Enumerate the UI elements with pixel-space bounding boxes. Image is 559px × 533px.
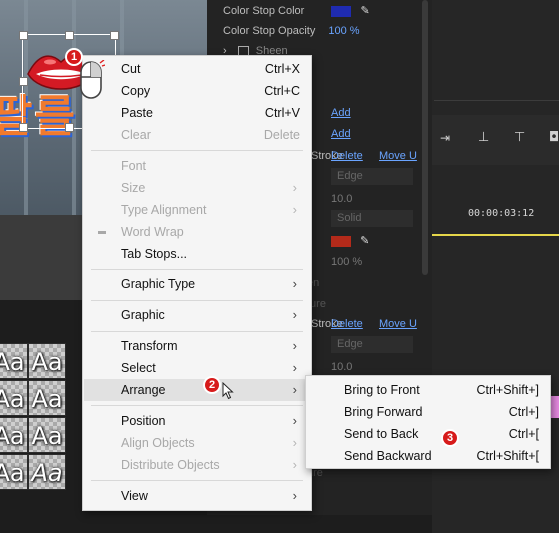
color-stop-color-row: Color Stop Color ✎ <box>223 4 370 17</box>
chevron-right-icon: › <box>292 413 297 428</box>
menu-item-arrange[interactable]: Arrange › <box>84 379 310 401</box>
menu-separator <box>91 480 303 481</box>
chevron-right-icon: › <box>292 202 297 217</box>
template-thumbnail[interactable]: Aa <box>0 343 28 379</box>
lift-icon[interactable]: ⊥ <box>478 130 489 145</box>
stroke-color-row: ✎ <box>331 234 369 247</box>
menu-item-view[interactable]: View › <box>84 485 310 507</box>
template-thumbnail[interactable]: Aa <box>0 417 28 453</box>
menu-separator <box>91 405 303 406</box>
stroke-width-value-1[interactable]: 10.0 <box>331 193 352 205</box>
stroke-color-swatch[interactable] <box>331 235 351 247</box>
stroke-opacity-value[interactable]: 100 % <box>331 256 362 268</box>
check-mark-icon <box>98 231 106 234</box>
stroke-type-value: Solid <box>337 212 362 224</box>
selection-handle[interactable] <box>19 123 28 132</box>
mouse-right-click-icon <box>80 60 105 99</box>
timeline-toolbar <box>432 115 559 165</box>
menu-item-graphic[interactable]: Graphic › <box>84 304 310 326</box>
timeline-timecode: 00:00:03:12 <box>468 208 535 219</box>
eyedropper-icon[interactable]: ✎ <box>360 235 369 247</box>
menu-item-type-alignment[interactable]: Type Alignment › <box>84 199 310 221</box>
chevron-right-icon: › <box>292 435 297 450</box>
template-thumbnail[interactable]: Aa <box>28 343 66 379</box>
menu-item-align-objects[interactable]: Align Objects › <box>84 432 310 454</box>
extract-icon[interactable]: ⊤ <box>514 130 525 145</box>
delete-button-2[interactable]: Delete <box>331 318 363 330</box>
eyedropper-icon[interactable]: ✎ <box>360 5 369 17</box>
menu-item-bring-forward[interactable]: Bring Forward Ctrl+] <box>307 401 549 423</box>
template-thumbnail[interactable]: Aa <box>28 380 66 416</box>
color-stop-opacity-label: Color Stop Opacity <box>223 25 316 37</box>
add-stroke-button[interactable]: Add <box>331 128 351 140</box>
menu-item-transform[interactable]: Transform › <box>84 335 310 357</box>
template-thumbnail[interactable]: Aa <box>28 454 66 490</box>
insert-icon[interactable]: ⇥ <box>440 131 450 145</box>
arrange-submenu: Bring to Front Ctrl+Shift+] Bring Forward… <box>305 375 551 469</box>
template-thumbnail[interactable]: Aa <box>28 417 66 453</box>
menu-item-send-backward[interactable]: Send Backward Ctrl+Shift+[ <box>307 445 549 467</box>
menu-item-graphic-type[interactable]: Graphic Type › <box>84 273 310 295</box>
menu-item-distribute-objects[interactable]: Distribute Objects › <box>84 454 310 476</box>
menu-item-position[interactable]: Position › <box>84 410 310 432</box>
step-badge-2: 2 <box>203 376 221 394</box>
color-stop-opacity-row: Color Stop Opacity 100 % <box>223 25 360 37</box>
step-badge-3: 3 <box>441 429 459 447</box>
chevron-right-icon: › <box>292 307 297 322</box>
menu-item-copy[interactable]: Copy Ctrl+C <box>84 80 310 102</box>
menu-item-send-to-back[interactable]: Send to Back Ctrl+[ <box>307 423 549 445</box>
menu-item-word-wrap[interactable]: Word Wrap <box>84 221 310 243</box>
template-thumbnail[interactable]: Aa <box>0 454 28 490</box>
delete-button-1[interactable]: Delete <box>331 150 363 162</box>
menu-separator <box>91 300 303 301</box>
selection-handle[interactable] <box>19 31 28 40</box>
selection-handle[interactable] <box>110 31 119 40</box>
menu-item-tab-stops[interactable]: Tab Stops... <box>84 243 310 265</box>
chevron-right-icon: › <box>292 180 297 195</box>
selection-handle[interactable] <box>65 123 74 132</box>
chevron-right-icon: › <box>292 382 297 397</box>
menu-item-size[interactable]: Size › <box>84 177 310 199</box>
menu-item-clear[interactable]: Clear Delete <box>84 124 310 146</box>
line-join-value-2: Edge <box>337 338 363 350</box>
playhead-line[interactable] <box>432 234 559 236</box>
chevron-right-icon: › <box>292 276 297 291</box>
chevron-right-icon: › <box>292 457 297 472</box>
template-thumbnail[interactable]: Aa <box>0 380 28 416</box>
move-up-button-1[interactable]: Move U <box>379 150 417 162</box>
selection-handle[interactable] <box>65 31 74 40</box>
line-join-dropdown[interactable]: Edge <box>331 168 413 185</box>
chevron-right-icon: › <box>292 360 297 375</box>
menu-separator <box>91 269 303 270</box>
properties-scrollbar[interactable] <box>422 0 428 275</box>
move-up-button-2[interactable]: Move U <box>379 318 417 330</box>
line-join-value: Edge <box>337 170 363 182</box>
menu-separator <box>91 331 303 332</box>
chevron-right-icon: › <box>292 488 297 503</box>
stroke-width-value-2[interactable]: 10.0 <box>331 361 352 373</box>
add-fill-button[interactable]: Add <box>331 107 351 119</box>
line-join-dropdown-2[interactable]: Edge <box>331 336 413 353</box>
context-menu: Cut Ctrl+X Copy Ctrl+C Paste Ctrl+V Clear De… <box>82 55 312 511</box>
color-stop-opacity-value[interactable]: 100 % <box>328 25 359 37</box>
menu-item-paste[interactable]: Paste Ctrl+V <box>84 102 310 124</box>
color-stop-color-label: Color Stop Color <box>223 5 305 17</box>
color-stop-swatch[interactable] <box>331 5 352 17</box>
camera-icon[interactable]: ◘ <box>549 130 559 145</box>
timeline-ruler-line <box>434 100 559 101</box>
chevron-right-icon: › <box>292 338 297 353</box>
mouse-pointer-icon <box>222 382 234 400</box>
menu-item-font[interactable]: Font <box>84 155 310 177</box>
menu-separator <box>91 150 303 151</box>
step-badge-1: 1 <box>65 48 83 66</box>
menu-item-bring-to-front[interactable]: Bring to Front Ctrl+Shift+] <box>307 379 549 401</box>
menu-item-select[interactable]: Select › <box>84 357 310 379</box>
menu-item-cut[interactable]: Cut Ctrl+X <box>84 58 310 80</box>
stroke-type-dropdown[interactable]: Solid <box>331 210 413 227</box>
